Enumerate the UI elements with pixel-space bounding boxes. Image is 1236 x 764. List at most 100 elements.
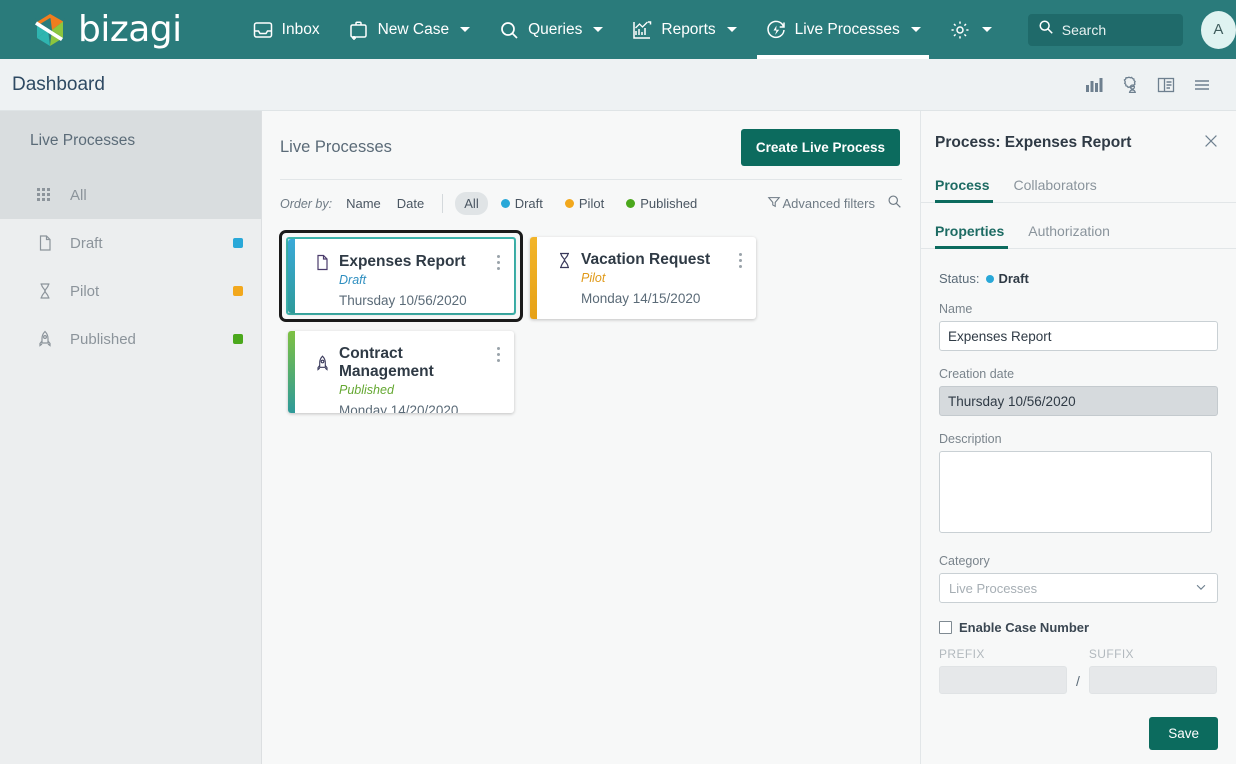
process-card-contract-management[interactable]: Contract Management Published Monday 14/… — [288, 331, 514, 413]
card-status-stripe — [288, 239, 295, 313]
status-value: Draft — [998, 271, 1029, 286]
card-date: Monday 14/20/2020 — [339, 403, 459, 413]
chevron-down-icon — [1194, 580, 1208, 597]
avatar[interactable]: A — [1200, 10, 1236, 49]
admin-gear-user-icon[interactable] — [1120, 75, 1140, 95]
sidebar-item-published[interactable]: Published — [0, 315, 261, 363]
sidebar-item-label: Published — [70, 330, 136, 348]
inbox-icon — [252, 19, 274, 41]
advanced-filters-button[interactable]: Advanced filters — [767, 195, 876, 212]
chart-line-icon — [631, 19, 653, 41]
order-by-date[interactable]: Date — [397, 196, 424, 211]
avatar-initial: A — [1213, 21, 1224, 38]
tab-process[interactable]: Process — [935, 171, 1001, 203]
properties-form: Status: Draft Name Creation date Descrip… — [921, 249, 1236, 694]
document-icon — [36, 234, 54, 252]
process-card-expenses-report[interactable]: Expenses Report Draft Thursday 10/56/202… — [288, 239, 514, 313]
tab-authorization[interactable]: Authorization — [1016, 217, 1122, 248]
filter-chip-label: Pilot — [578, 196, 605, 211]
chevron-down-icon — [981, 27, 992, 32]
card-title-row: Contract Management — [314, 345, 498, 381]
tab-properties[interactable]: Properties — [935, 217, 1016, 249]
nav-item-inbox[interactable]: Inbox — [238, 0, 334, 59]
chevron-down-icon — [460, 27, 471, 32]
sidebar-item-label: All — [70, 186, 87, 204]
status-row: Status: Draft — [939, 271, 1218, 286]
save-button[interactable]: Save — [1149, 717, 1218, 750]
order-by-label: Order by: — [280, 196, 333, 211]
order-by-name[interactable]: Name — [346, 196, 381, 211]
nav-item-live-processes[interactable]: Live Processes — [751, 0, 935, 59]
enable-case-number-checkbox[interactable] — [939, 621, 952, 634]
card-body: Contract Management Published Monday 14/… — [288, 331, 514, 413]
nav-item-label: Queries — [528, 20, 583, 38]
briefcase-plus-icon — [348, 19, 370, 41]
bar-chart-icon[interactable] — [1084, 75, 1104, 95]
sidebar-header: Live Processes — [0, 111, 261, 171]
card-title: Vacation Request — [581, 251, 711, 268]
prefix-input — [939, 666, 1067, 694]
panel-header: Process: Expenses Report — [921, 111, 1236, 159]
card-body: Expenses Report Draft Thursday 10/56/202… — [288, 239, 514, 313]
card-status-stripe — [530, 237, 537, 319]
card-menu-button[interactable] — [495, 345, 502, 364]
status-dot-draft — [500, 199, 510, 208]
sidebar-item-all[interactable]: All — [0, 171, 261, 219]
chevron-down-icon — [910, 27, 921, 32]
nav-item-label: Reports — [661, 20, 716, 38]
description-label: Description — [939, 432, 1002, 446]
nav-item-reports[interactable]: Reports — [617, 0, 750, 59]
search-icon — [1038, 19, 1054, 40]
filter-chip-pilot[interactable]: Pilot — [556, 192, 613, 215]
search-icon[interactable] — [887, 194, 902, 214]
nav-item-new-case[interactable]: New Case — [334, 0, 485, 59]
advanced-filters-label: Advanced filters — [782, 196, 876, 211]
global-search-box[interactable]: Search — [1027, 13, 1183, 46]
bolt-refresh-icon — [765, 19, 787, 41]
document-icon — [314, 254, 331, 271]
brand-logo[interactable]: bizagi — [30, 8, 182, 52]
category-select[interactable]: Live Processes — [939, 573, 1218, 603]
page-title: Dashboard — [12, 73, 105, 95]
panel-layout-icon[interactable] — [1156, 75, 1176, 95]
filter-chip-label: All — [464, 196, 479, 211]
process-details-panel: Process: Expenses Report Process Collabo… — [920, 111, 1236, 764]
filter-chip-published[interactable]: Published — [617, 192, 706, 215]
grid-icon — [36, 186, 54, 204]
hourglass-icon — [36, 282, 54, 300]
card-menu-button[interactable] — [495, 253, 502, 272]
filter-chip-label: Published — [640, 196, 698, 211]
create-live-process-button[interactable]: Create Live Process — [740, 128, 900, 166]
nav-item-settings[interactable] — [935, 0, 1006, 59]
chevron-down-icon — [593, 27, 604, 32]
hamburger-menu-icon[interactable] — [1192, 75, 1212, 95]
chevron-down-icon — [726, 27, 737, 32]
close-icon[interactable] — [1202, 132, 1220, 155]
card-body: Vacation Request Pilot Monday 14/15/2020 — [530, 237, 756, 319]
card-date: Thursday 10/56/2020 — [339, 293, 467, 308]
name-input[interactable] — [939, 321, 1218, 351]
filter-toolbar: Order by: Name Date All Draft Pilot Publ… — [280, 179, 902, 217]
top-navigation-bar: bizagi Inbox New Case Queries Reports Li… — [0, 0, 1236, 59]
card-title-row: Vacation Request — [556, 251, 740, 269]
creation-date-field — [939, 386, 1218, 416]
suffix-input — [1088, 666, 1217, 694]
page-subheader: Dashboard — [0, 59, 1236, 111]
card-title: Contract Management — [339, 345, 434, 380]
panel-title: Process: Expenses Report — [935, 134, 1132, 151]
sidebar-item-pilot[interactable]: Pilot — [0, 267, 261, 315]
description-textarea[interactable] — [939, 451, 1213, 533]
search-input[interactable]: Search — [1062, 22, 1106, 38]
nav-item-queries[interactable]: Queries — [484, 0, 617, 59]
filter-chip-all[interactable]: All — [455, 192, 488, 215]
process-card-vacation-request[interactable]: Vacation Request Pilot Monday 14/15/2020 — [530, 237, 756, 319]
card-status: Draft — [339, 273, 367, 287]
panel-primary-tabs: Process Collaborators — [921, 171, 1236, 203]
enable-case-number-row[interactable]: Enable Case Number — [939, 620, 1218, 635]
prefix-suffix-row: PREFIX / SUFFIX — [939, 647, 1218, 694]
status-dot-pilot — [233, 286, 243, 296]
tab-collaborators[interactable]: Collaborators — [1001, 171, 1108, 202]
filter-chip-draft[interactable]: Draft — [492, 192, 552, 215]
card-menu-button[interactable] — [737, 251, 744, 270]
sidebar-item-draft[interactable]: Draft — [0, 219, 261, 267]
